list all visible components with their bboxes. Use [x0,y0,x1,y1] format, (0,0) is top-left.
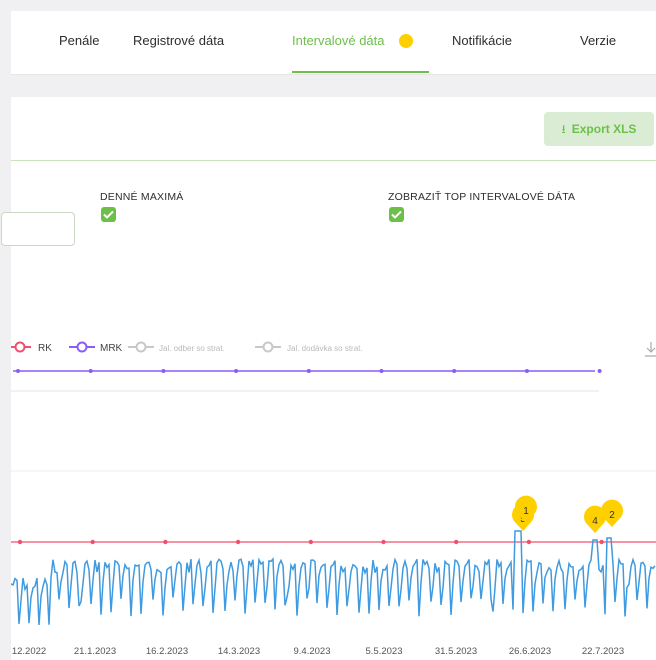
rk-point [526,539,532,545]
rk-point [163,539,168,545]
rk-point [381,539,386,545]
rk-point [17,539,23,545]
x-tick-label: 12.2022 [12,646,46,657]
mrk-point [161,369,166,373]
legend-jal-dodavka-label: Jal. dodávka so strat. [287,344,363,353]
mrk-point [452,369,457,373]
x-tick-label: 14.3.2023 [218,646,260,657]
tab-registrove-data[interactable]: Registrové dáta [133,11,224,73]
x-tick-label: 26.6.2023 [509,646,551,657]
interval-data-panel: ⭳ Export XLS DENNÉ MAXIMÁ ZOBRAZIŤ TOP IN… [1,97,656,660]
chart-download-icon[interactable] [645,342,656,357]
tab-intervalove-data-label: Intervalové dáta [292,33,385,48]
interval-chart: RK MRK Jal. odber so strat. Jal. dodávka… [11,341,656,657]
rk-point [235,539,241,545]
rk-point [90,539,95,545]
legend-mrk[interactable]: MRK [69,341,123,355]
x-tick-label: 21.1.2023 [74,646,116,657]
mrk-point [306,369,311,373]
tab-bar: Penále Registrové dáta Intervalové dáta … [11,11,656,75]
tab-intervalove-data[interactable]: Intervalové dáta [292,11,429,73]
rk-point [599,539,604,545]
mrk-point [597,369,602,373]
tab-notifikacie[interactable]: Notifikácie [452,11,512,73]
x-tick-label: 16.2.2023 [146,646,188,657]
x-tick-label: 9.4.2023 [294,646,331,657]
top-interval-marker-label: 1 [523,506,529,517]
mrk-point [379,369,384,373]
legend-mrk-label: MRK [100,343,123,354]
rk-point [454,539,459,545]
legend-rk-label: RK [38,343,52,354]
mrk-point [524,369,529,373]
top-interval-marker-label: 2 [609,510,615,521]
top-interval-marker-label: 4 [592,516,598,527]
legend-jal-odber[interactable]: Jal. odber so strat. [128,341,225,354]
mrk-point [234,369,239,373]
mrk-point [88,369,93,373]
legend-rk[interactable]: RK [11,341,52,355]
rk-point [308,539,313,545]
legend-jal-odber-label: Jal. odber so strat. [159,344,225,353]
status-dot-icon [398,33,413,48]
legend-jal-dodavka[interactable]: Jal. dodávka so strat. [255,341,363,354]
mrk-point [16,369,20,373]
x-tick-label: 31.5.2023 [435,646,477,657]
x-tick-label: 5.5.2023 [366,646,403,657]
tab-penale[interactable]: Penále [59,11,99,73]
x-tick-label: 22.7.2023 [582,646,624,657]
load-series-line [11,530,656,626]
tab-verzie[interactable]: Verzie [580,11,616,73]
